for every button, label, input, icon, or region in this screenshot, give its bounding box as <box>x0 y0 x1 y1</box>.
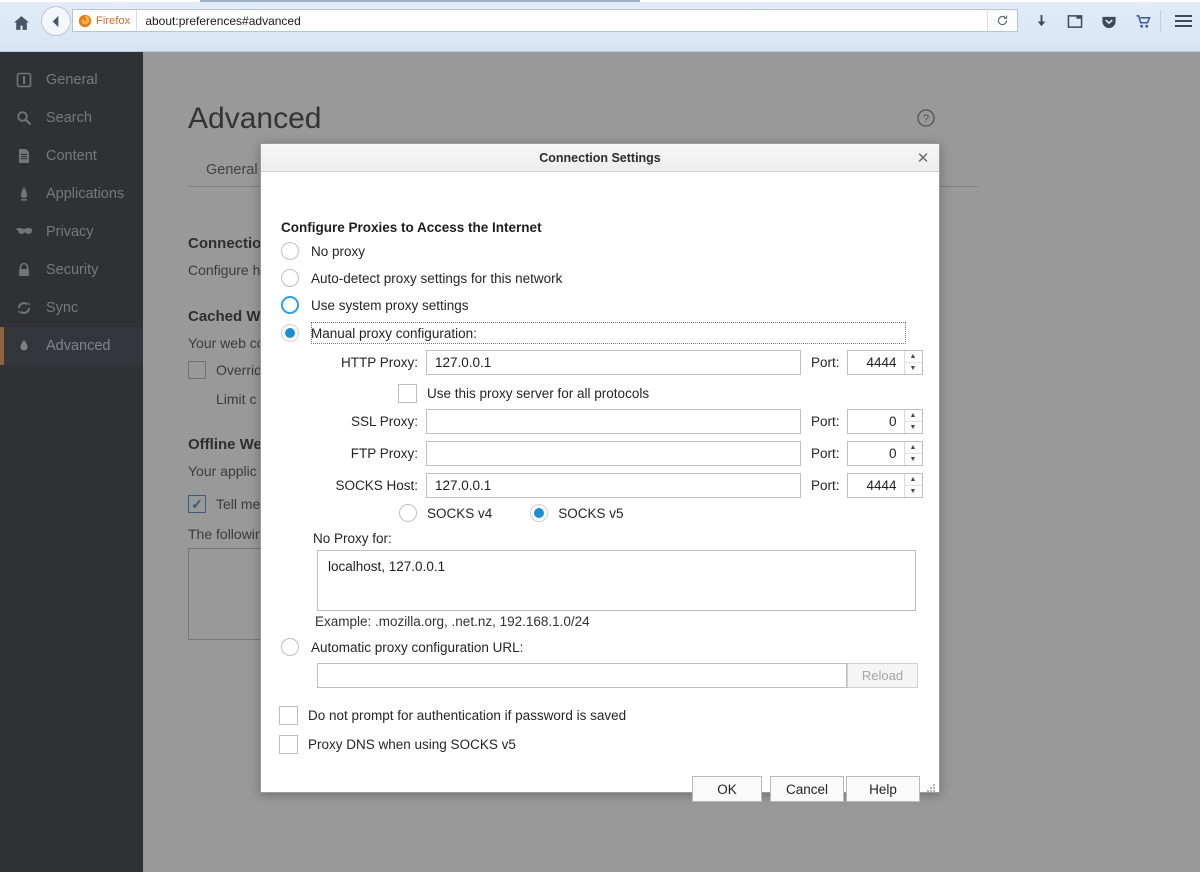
field-row-ftp-proxy: FTP Proxy: Port: 0 ▲ ▼ <box>311 441 923 466</box>
tab-strip-edge <box>200 0 640 2</box>
spin-down-icon[interactable]: ▼ <box>905 421 922 433</box>
radio-label-auto-detect: Auto-detect proxy settings for this netw… <box>311 271 562 286</box>
radio-row-auto-detect[interactable]: Auto-detect proxy settings for this netw… <box>281 269 562 287</box>
radio-row-no-proxy[interactable]: No proxy <box>281 242 365 260</box>
use-all-protocols-checkbox[interactable] <box>398 384 417 403</box>
cart-icon[interactable] <box>1130 9 1156 33</box>
proxy-dns-label: Proxy DNS when using SOCKS v5 <box>308 737 516 752</box>
ssl-port-spin-buttons[interactable]: ▲ ▼ <box>904 410 922 433</box>
radio-label-no-proxy: No proxy <box>311 244 365 259</box>
dialog-heading: Configure Proxies to Access the Internet <box>281 220 542 235</box>
identity-box[interactable]: Firefox <box>73 10 137 31</box>
socks-port-spin-buttons[interactable]: ▲ ▼ <box>904 474 922 497</box>
use-all-protocols-row[interactable]: Use this proxy server for all protocols <box>398 384 649 403</box>
radio-label-socks-v5: SOCKS v5 <box>558 506 623 521</box>
browser-toolbar: Firefox about:preferences#advanced <box>0 0 1200 52</box>
radio-label-use-system: Use system proxy settings <box>311 298 469 313</box>
ftp-port-stepper[interactable]: 0 ▲ ▼ <box>847 441 923 466</box>
cancel-button[interactable]: Cancel <box>770 776 844 802</box>
radio-pac[interactable] <box>281 638 299 656</box>
url-bar[interactable]: Firefox about:preferences#advanced <box>72 9 1018 32</box>
spin-up-icon[interactable]: ▲ <box>905 474 922 485</box>
radio-label-pac: Automatic proxy configuration URL: <box>311 640 523 655</box>
ftp-proxy-input[interactable] <box>426 441 801 466</box>
toolbar-divider <box>1160 10 1161 32</box>
socks-port-value[interactable]: 4444 <box>848 474 904 497</box>
resize-grip[interactable] <box>926 780 936 790</box>
pocket-icon[interactable] <box>1096 9 1122 33</box>
url-text[interactable]: about:preferences#advanced <box>137 14 300 28</box>
ssl-proxy-input[interactable] <box>426 409 801 434</box>
radio-row-manual[interactable]: Manual proxy configuration: <box>281 324 477 342</box>
radio-use-system[interactable] <box>281 296 299 314</box>
reload-icon[interactable] <box>987 10 1017 31</box>
http-port-spin-buttons[interactable]: ▲ ▼ <box>904 351 922 374</box>
ssl-port-stepper[interactable]: 0 ▲ ▼ <box>847 409 923 434</box>
sidebar-icon[interactable] <box>1062 9 1088 33</box>
http-port-stepper[interactable]: 4444 ▲ ▼ <box>847 350 923 375</box>
spin-down-icon[interactable]: ▼ <box>905 362 922 374</box>
spin-up-icon[interactable]: ▲ <box>905 351 922 362</box>
spin-down-icon[interactable]: ▼ <box>905 453 922 465</box>
no-prompt-auth-label: Do not prompt for authentication if pass… <box>308 708 626 723</box>
spin-down-icon[interactable]: ▼ <box>905 485 922 497</box>
hamburger-menu-icon[interactable] <box>1170 9 1196 33</box>
no-proxy-for-textarea[interactable]: localhost, 127.0.0.1 <box>317 550 916 611</box>
ftp-port-spin-buttons[interactable]: ▲ ▼ <box>904 442 922 465</box>
pac-reload-button[interactable]: Reload <box>847 663 918 688</box>
radio-no-proxy[interactable] <box>281 242 299 260</box>
socks-host-input[interactable]: 127.0.0.1 <box>426 473 801 498</box>
ftp-proxy-label: FTP Proxy: <box>311 446 426 461</box>
radio-auto-detect[interactable] <box>281 269 299 287</box>
download-icon[interactable] <box>1028 9 1054 33</box>
dialog-title-bar: Connection Settings ✕ <box>261 144 939 172</box>
socks-port-label: Port: <box>801 478 847 493</box>
proxy-dns-row[interactable]: Proxy DNS when using SOCKS v5 <box>279 735 516 754</box>
dialog-body: Configure Proxies to Access the Internet… <box>261 172 939 793</box>
ftp-port-label: Port: <box>801 446 847 461</box>
home-icon[interactable] <box>8 10 34 36</box>
field-row-ssl-proxy: SSL Proxy: Port: 0 ▲ ▼ <box>311 409 923 434</box>
field-row-http-proxy: HTTP Proxy: 127.0.0.1 Port: 4444 ▲ ▼ <box>311 350 923 375</box>
radio-manual[interactable] <box>281 324 299 342</box>
ftp-port-value[interactable]: 0 <box>848 442 904 465</box>
firefox-window: Firefox about:preferences#advanced <box>0 0 1200 872</box>
socks-host-label: SOCKS Host: <box>311 478 426 493</box>
ssl-proxy-label: SSL Proxy: <box>311 414 426 429</box>
radio-label-socks-v4: SOCKS v4 <box>427 506 492 521</box>
field-row-socks-host: SOCKS Host: 127.0.0.1 Port: 4444 ▲ ▼ <box>311 473 923 498</box>
no-prompt-auth-row[interactable]: Do not prompt for authentication if pass… <box>279 706 626 725</box>
ok-button[interactable]: OK <box>692 776 762 802</box>
spin-up-icon[interactable]: ▲ <box>905 410 922 421</box>
pac-url-input[interactable] <box>317 663 847 688</box>
http-proxy-label: HTTP Proxy: <box>311 355 426 370</box>
connection-settings-dialog: Connection Settings ✕ Configure Proxies … <box>260 143 940 793</box>
close-icon[interactable]: ✕ <box>913 148 933 168</box>
socks-port-stepper[interactable]: 4444 ▲ ▼ <box>847 473 923 498</box>
ssl-port-label: Port: <box>801 414 847 429</box>
firefox-logo-icon <box>78 14 92 28</box>
radio-row-pac[interactable]: Automatic proxy configuration URL: <box>281 638 523 656</box>
http-proxy-input[interactable]: 127.0.0.1 <box>426 350 801 375</box>
back-button[interactable] <box>41 6 71 36</box>
radio-row-use-system[interactable]: Use system proxy settings <box>281 296 469 314</box>
use-all-protocols-label: Use this proxy server for all protocols <box>427 386 649 401</box>
radio-label-manual: Manual proxy configuration: <box>311 326 477 341</box>
socks-version-group: SOCKS v4 SOCKS v5 <box>399 504 624 522</box>
identity-brand-label: Firefox <box>96 15 130 27</box>
http-port-label: Port: <box>801 355 847 370</box>
back-arrow-icon <box>49 14 64 29</box>
ssl-port-value[interactable]: 0 <box>848 410 904 433</box>
proxy-dns-checkbox[interactable] <box>279 735 298 754</box>
help-button[interactable]: Help <box>846 776 920 802</box>
no-prompt-auth-checkbox[interactable] <box>279 706 298 725</box>
no-proxy-example-text: Example: .mozilla.org, .net.nz, 192.168.… <box>315 614 590 629</box>
radio-socks-v5[interactable] <box>530 504 548 522</box>
spin-up-icon[interactable]: ▲ <box>905 442 922 453</box>
http-port-value[interactable]: 4444 <box>848 351 904 374</box>
radio-socks-v4[interactable] <box>399 504 417 522</box>
dialog-title: Connection Settings <box>539 151 661 165</box>
no-proxy-for-label: No Proxy for: <box>313 531 392 546</box>
